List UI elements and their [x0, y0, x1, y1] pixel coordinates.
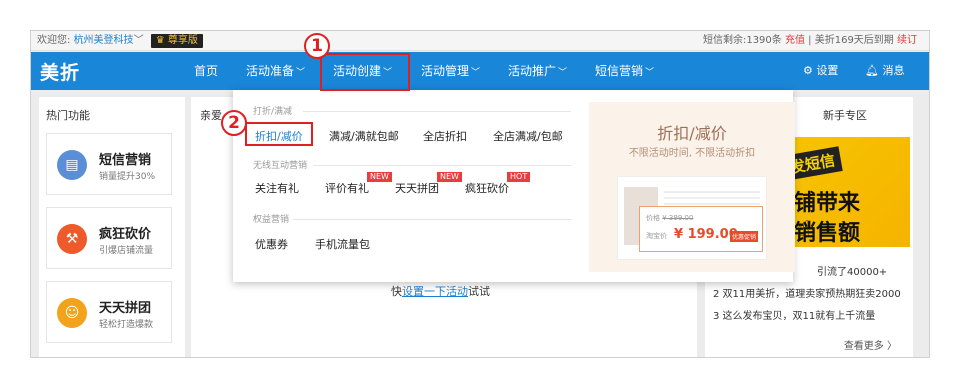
messages-button[interactable]: 🔔︎ 消息 — [865, 52, 904, 90]
nav-home[interactable]: 首页 — [194, 52, 218, 90]
nav-sms-marketing[interactable]: 短信营销 ﹀ — [595, 52, 654, 90]
hot-features-title: 热门功能 — [46, 109, 90, 122]
hot-features-panel: 热门功能 ▤ 短信营销 销量提升30% ⚒ 疯狂砍价 引爆店铺流量 ☺ 天天拼团… — [39, 97, 185, 357]
crown-icon: ♛ — [155, 35, 165, 46]
vip-label: 尊享版 — [167, 35, 198, 46]
tip-prefix: 快 — [391, 285, 402, 298]
news-item[interactable]: 2 双11用美折，道理卖家预热期狂卖2000 — [713, 285, 901, 300]
card-title: 疯狂砍价 — [99, 227, 152, 242]
empty-tip: 快设置一下活动试试 — [391, 283, 490, 299]
nav-activity-prep[interactable]: 活动准备 ﹀ — [246, 52, 305, 90]
price-box: 价格 ¥ 399.00 淘宝价 ¥ 199.00 优惠促销 — [639, 206, 763, 252]
menu-follow-gift[interactable]: 关注有礼 — [255, 180, 299, 196]
menu-group-buy[interactable]: 天天拼团 — [395, 180, 439, 196]
nav-activity-promote[interactable]: 活动推广 ﹀ — [508, 52, 567, 90]
setup-activity-link[interactable]: 设置一下活动 — [402, 285, 468, 298]
news-item[interactable]: 3 这么发布宝贝，双11就有上千流量 — [713, 307, 875, 322]
card-sms-marketing[interactable]: ▤ 短信营销 销量提升30% — [46, 133, 172, 195]
tip-suffix: 试试 — [468, 285, 490, 298]
card-subtitle: 引爆店铺流量 — [99, 246, 154, 256]
new-badge: NEW — [437, 172, 462, 182]
highlight-box-nav — [320, 53, 410, 91]
gear-icon: ⚙ — [803, 64, 813, 77]
main-nav: 美折 首页 活动准备 ﹀ 活动创建 ﹀ 活动管理 ﹀ 活动推广 ﹀ 短信营销 ﹀ ⚙ 设置… — [31, 52, 929, 90]
app-frame: 欢迎您: 杭州美登科技﹀ ♛ 尊享版 短信剩余:1390条 充值 | 美折169… — [30, 30, 930, 358]
sale-price: ¥ 199.00 — [674, 227, 738, 242]
sms-left-label: 短信剩余: — [702, 35, 747, 46]
card-title: 天天拼团 — [99, 301, 152, 316]
callout-2: 2 — [221, 110, 247, 136]
card-title: 短信营销 — [99, 153, 152, 168]
sale-label: 淘宝价 — [646, 232, 667, 240]
bell-icon: 🔔︎ — [865, 64, 879, 77]
renew-link[interactable]: 续订 — [897, 35, 917, 46]
group-label: 权益营销 — [253, 215, 290, 225]
chevron-down-icon: ﹀ — [558, 68, 568, 78]
nav-home-label: 首页 — [194, 64, 219, 78]
nav-activity-prep-label: 活动准备 — [246, 64, 295, 78]
settings-button[interactable]: ⚙ 设置 — [803, 52, 838, 90]
divider — [303, 111, 571, 112]
menu-review-gift[interactable]: 评价有礼 — [325, 180, 369, 196]
messages-label: 消息 — [882, 64, 905, 77]
chevron-down-icon[interactable]: ﹀ — [134, 35, 144, 46]
chevron-down-icon: ﹀ — [471, 68, 481, 78]
promo-preview: 折扣/减价 不限活动时间, 不限活动折扣 价格 ¥ 399.00 淘宝价 ¥ 1… — [589, 102, 795, 272]
logo[interactable]: 美折 — [40, 58, 80, 85]
settings-label: 设置 — [816, 64, 839, 77]
nav-activity-manage[interactable]: 活动管理 ﹀ — [421, 52, 480, 90]
promo-subtitle: 不限活动时间, 不限活动折扣 — [628, 148, 756, 159]
chevron-down-icon: ﹀ — [296, 68, 306, 78]
newbie-title: 新手专区 — [823, 109, 867, 122]
group-icon: ☺ — [57, 298, 87, 328]
nav-sms-marketing-label: 短信营销 — [595, 64, 644, 78]
welcome-text: 欢迎您: — [37, 35, 71, 46]
new-badge: NEW — [367, 172, 392, 182]
nav-activity-promote-label: 活动推广 — [508, 64, 557, 78]
news-item[interactable]: 引流了40000+ — [817, 263, 887, 278]
menu-full-reduce[interactable]: 满减/满就包邮 — [329, 128, 399, 144]
hand-cursor-icon: ☝ — [797, 217, 811, 242]
document-icon: ▤ — [57, 150, 87, 180]
vip-badge[interactable]: ♛ 尊享版 — [150, 34, 203, 48]
sms-count: 1390条 — [746, 35, 782, 46]
card-group-buy[interactable]: ☺ 天天拼团 轻松打造爆款 — [46, 281, 172, 343]
highlight-box-menu — [245, 122, 313, 146]
top-bar: 欢迎您: 杭州美登科技﹀ ♛ 尊享版 短信剩余:1390条 充值 | 美折169… — [31, 31, 929, 51]
org-name-link[interactable]: 杭州美登科技 — [74, 35, 134, 46]
recharge-link[interactable]: 充值 — [785, 35, 805, 46]
banner-line1: 发短信 — [790, 146, 843, 181]
card-subtitle: 销量提升30% — [99, 172, 156, 182]
nav-activity-manage-label: 活动管理 — [421, 64, 470, 78]
menu-mobile-data[interactable]: 手机流量包 — [315, 236, 370, 252]
orig-price: 价格 ¥ 399.00 — [646, 214, 694, 222]
greeting-text: 亲爱 — [200, 109, 222, 122]
divider — [293, 219, 571, 220]
divider — [313, 165, 571, 166]
chevron-down-icon: ﹀ — [645, 68, 655, 78]
menu-coupon[interactable]: 优惠券 — [255, 236, 288, 252]
expire-text: 美折169天后到期 — [814, 35, 894, 46]
hot-badge: HOT — [507, 172, 531, 182]
menu-store-discount[interactable]: 全店折扣 — [423, 128, 467, 144]
hammer-icon: ⚒ — [57, 224, 87, 254]
activity-create-dropdown: 打折/满减 折扣/减价 满减/满就包邮 全店折扣 全店满减/包邮 无线互动营销 … — [233, 90, 795, 282]
group-label: 无线互动营销 — [253, 161, 308, 171]
menu-store-full-reduce[interactable]: 全店满减/包邮 — [493, 128, 563, 144]
menu-crazy-bargain[interactable]: 疯狂砍价 — [465, 180, 509, 196]
group-label: 打折/满减 — [253, 107, 293, 117]
sale-tag: 优惠促销 — [729, 231, 758, 242]
banner-line2: 铺带来 — [794, 191, 861, 216]
promo-title: 折扣/减价 — [657, 124, 727, 143]
card-subtitle: 轻松打造爆款 — [99, 320, 154, 330]
callout-1: 1 — [304, 33, 330, 59]
view-more-link[interactable]: 查看更多 〉 — [844, 337, 897, 352]
card-crazy-bargain[interactable]: ⚒ 疯狂砍价 引爆店铺流量 — [46, 207, 172, 269]
divider: | — [808, 35, 812, 46]
